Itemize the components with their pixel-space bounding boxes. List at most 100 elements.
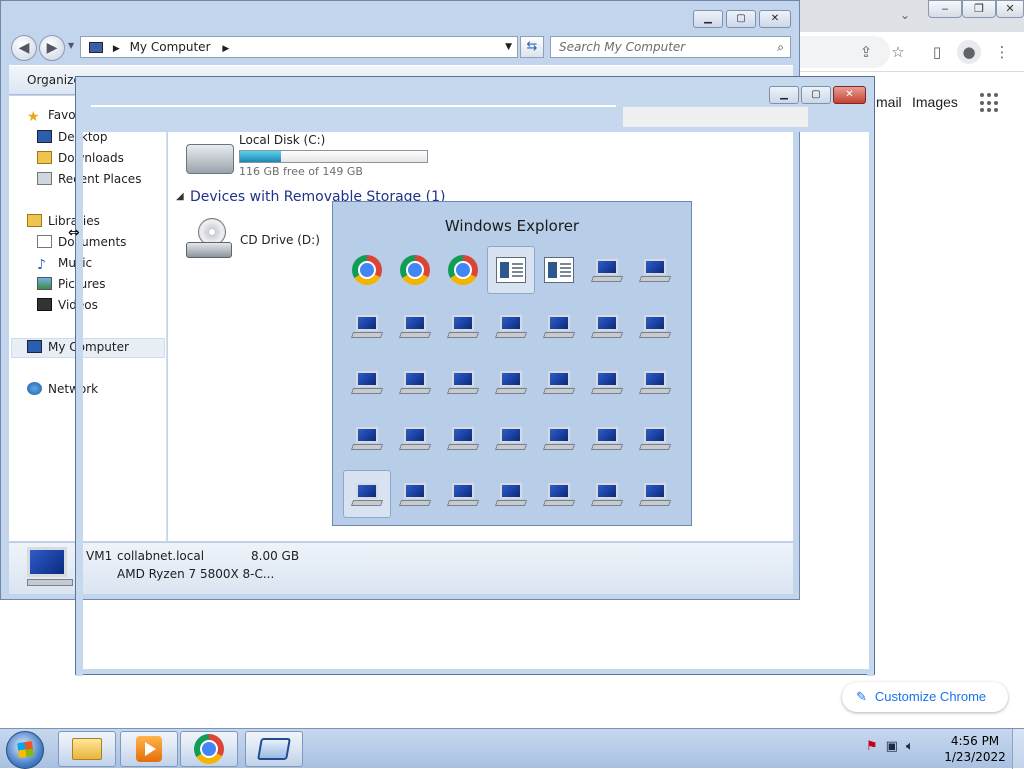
computer-icon bbox=[542, 425, 576, 451]
volume-icon[interactable]: 🔈︎ bbox=[906, 739, 914, 754]
customize-chrome-label: Customize Chrome bbox=[874, 689, 987, 704]
organize-menu[interactable]: Organize bbox=[27, 73, 81, 87]
switcher-item[interactable] bbox=[631, 246, 679, 294]
overlay-minimize-button[interactable]: ▁ bbox=[769, 86, 799, 104]
music-icon: ♪ bbox=[37, 257, 46, 273]
switcher-item[interactable] bbox=[487, 470, 535, 518]
switcher-item[interactable] bbox=[583, 470, 631, 518]
switcher-item[interactable] bbox=[391, 414, 439, 462]
history-dropdown-icon[interactable]: ▼ bbox=[68, 41, 74, 50]
computer-icon bbox=[398, 425, 432, 451]
switcher-item[interactable] bbox=[487, 358, 535, 406]
search-input[interactable]: Search My Computer ⌕ bbox=[550, 36, 791, 58]
chrome-close-button[interactable]: ✕ bbox=[996, 0, 1024, 18]
taskbar-media-player-button[interactable] bbox=[120, 731, 178, 767]
switcher-item[interactable] bbox=[487, 302, 535, 350]
overlay-close-button[interactable]: ✕ bbox=[833, 86, 866, 104]
computer-icon bbox=[446, 369, 480, 395]
switcher-item[interactable] bbox=[439, 302, 487, 350]
computer-icon bbox=[638, 369, 672, 395]
start-button[interactable] bbox=[6, 731, 44, 769]
chrome-minimize-button[interactable]: ‒ bbox=[928, 0, 962, 18]
explorer-maximize-button[interactable]: ▢ bbox=[726, 10, 756, 28]
show-desktop-button[interactable] bbox=[1012, 729, 1024, 769]
switcher-item[interactable] bbox=[391, 302, 439, 350]
switcher-item[interactable] bbox=[343, 302, 391, 350]
chevron-down-icon[interactable]: ⌄ bbox=[900, 8, 910, 22]
switcher-item[interactable] bbox=[343, 470, 391, 518]
refresh-button[interactable]: ⇆ bbox=[520, 36, 544, 58]
star-icon: ★ bbox=[27, 109, 40, 125]
overlay-body-bottom bbox=[83, 601, 869, 669]
profile-icon[interactable]: ● bbox=[957, 40, 981, 64]
explorer-close-button[interactable]: ✕ bbox=[759, 10, 791, 28]
switcher-item[interactable] bbox=[535, 414, 583, 462]
menu-icon[interactable]: ⋮ bbox=[990, 40, 1014, 64]
clock[interactable]: 4:56 PM 1/23/2022 bbox=[940, 733, 1010, 765]
taskbar-chrome-button[interactable] bbox=[180, 731, 238, 767]
media-player-icon bbox=[136, 736, 162, 762]
switcher-item[interactable] bbox=[583, 246, 631, 294]
share-icon[interactable]: ⇪ bbox=[854, 40, 878, 64]
switcher-item[interactable] bbox=[583, 302, 631, 350]
overlay-body-right bbox=[801, 132, 869, 602]
back-button[interactable]: ◀ bbox=[11, 35, 37, 61]
switcher-item[interactable] bbox=[631, 470, 679, 518]
computer-icon bbox=[89, 42, 103, 53]
switcher-item[interactable] bbox=[439, 358, 487, 406]
switcher-item[interactable] bbox=[343, 246, 391, 294]
switcher-item[interactable] bbox=[439, 246, 487, 294]
chevron-right-icon[interactable]: ▶ bbox=[222, 44, 229, 54]
forward-button[interactable]: ▶ bbox=[39, 35, 65, 61]
switcher-item[interactable] bbox=[535, 358, 583, 406]
network-status-icon[interactable]: ▣ bbox=[886, 739, 898, 754]
images-link[interactable]: Images bbox=[912, 94, 958, 110]
switcher-item[interactable] bbox=[631, 302, 679, 350]
switcher-item[interactable] bbox=[487, 414, 535, 462]
taskbar-explorer-button[interactable] bbox=[58, 731, 116, 767]
switcher-item[interactable] bbox=[439, 414, 487, 462]
chrome-restore-button[interactable]: ❐ bbox=[962, 0, 996, 18]
switcher-item[interactable] bbox=[583, 358, 631, 406]
computer-icon bbox=[494, 313, 528, 339]
switch-windows-icon bbox=[257, 738, 291, 760]
explorer-minimize-button[interactable]: ▁ bbox=[693, 10, 723, 28]
switcher-item[interactable] bbox=[583, 414, 631, 462]
address-dropdown-icon[interactable]: ▼ bbox=[505, 37, 512, 57]
action-center-icon[interactable]: ⚑ bbox=[866, 739, 878, 754]
computer-large-icon bbox=[27, 547, 73, 586]
customize-chrome-button[interactable]: ✎ Customize Chrome bbox=[842, 682, 1008, 712]
switcher-item[interactable] bbox=[631, 358, 679, 406]
switcher-item[interactable] bbox=[343, 358, 391, 406]
switcher-item[interactable] bbox=[535, 470, 583, 518]
switcher-item[interactable] bbox=[631, 414, 679, 462]
computer-icon bbox=[590, 369, 624, 395]
taskbar-switcher-button[interactable] bbox=[245, 731, 303, 767]
switcher-item[interactable] bbox=[391, 246, 439, 294]
computer-icon bbox=[542, 369, 576, 395]
computer-icon bbox=[590, 257, 624, 283]
computer-icon bbox=[350, 481, 384, 507]
switcher-item[interactable] bbox=[343, 414, 391, 462]
switcher-item[interactable] bbox=[439, 470, 487, 518]
switcher-item[interactable] bbox=[391, 470, 439, 518]
search-placeholder: Search My Computer bbox=[559, 40, 686, 54]
switcher-item[interactable] bbox=[535, 246, 583, 294]
computer-icon bbox=[27, 340, 42, 353]
computer-icon bbox=[542, 481, 576, 507]
sidebar-icon[interactable]: ▯ bbox=[925, 40, 949, 64]
system-tray: ⚑ ▣ 🔈︎ bbox=[866, 739, 914, 754]
star-icon[interactable]: ☆ bbox=[886, 40, 910, 64]
chrome-icon bbox=[352, 255, 382, 285]
search-icon[interactable]: ⌕ bbox=[777, 37, 784, 57]
switcher-item[interactable] bbox=[391, 358, 439, 406]
address-bar[interactable]: ▶ My Computer ▶ ▼ bbox=[80, 36, 518, 58]
chevron-right-icon[interactable]: ▶ bbox=[113, 44, 120, 54]
switcher-item[interactable] bbox=[535, 302, 583, 350]
switcher-title: Windows Explorer bbox=[444, 217, 580, 235]
gmail-link[interactable]: mail bbox=[876, 94, 902, 110]
apps-icon[interactable] bbox=[980, 93, 1000, 113]
switcher-item[interactable] bbox=[487, 246, 535, 294]
overlay-maximize-button[interactable]: ▢ bbox=[801, 86, 831, 104]
computer-icon bbox=[350, 425, 384, 451]
